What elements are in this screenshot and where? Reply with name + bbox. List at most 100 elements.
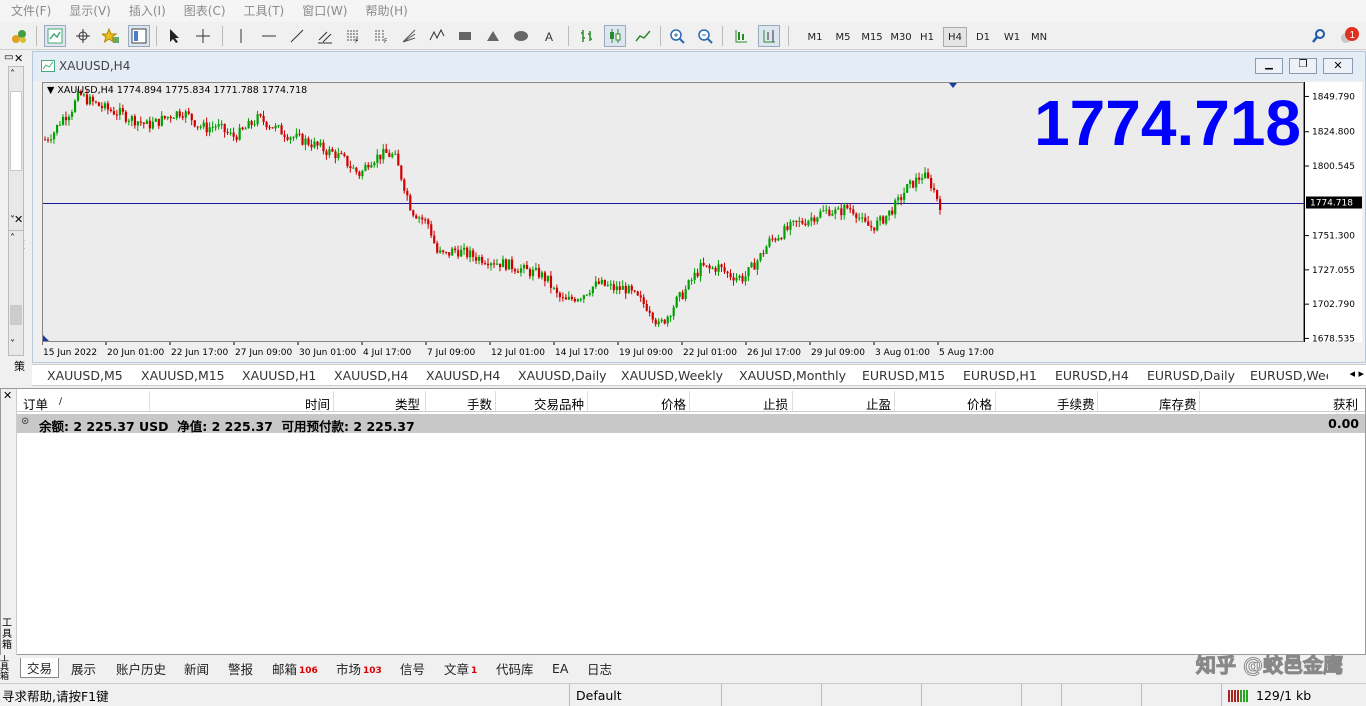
col-current-price[interactable]: 价格 [967, 394, 992, 413]
timeframe-w1[interactable]: W1 [1001, 27, 1023, 47]
zoom-out-icon[interactable] [694, 25, 716, 47]
tab-signals[interactable]: 信号 [394, 658, 431, 678]
col-lots[interactable]: 手数 [467, 394, 492, 413]
panel-tab-strategy[interactable]: 策 [14, 358, 25, 374]
chart-tab[interactable]: XAUUSD,M15 [141, 368, 225, 383]
tab-account-history[interactable]: 账户历史 [110, 658, 172, 678]
horizontal-line-icon[interactable] [258, 25, 280, 47]
rectangle-icon[interactable] [454, 25, 476, 47]
channel-icon[interactable] [314, 25, 336, 47]
collapse-arrow-icon[interactable]: ▼ [47, 85, 57, 96]
timeframe-m1[interactable]: M1 [803, 27, 827, 47]
scroll-up-icon[interactable]: ˄ [10, 69, 15, 80]
chart-tab[interactable]: XAUUSD,H4 [426, 368, 500, 383]
tab-scroll-left-icon[interactable]: ◂ [1349, 367, 1355, 380]
cursor-icon[interactable] [164, 25, 186, 47]
restore-button[interactable]: ❐ [1289, 58, 1317, 74]
tab-code-base[interactable]: 代码库 [490, 658, 540, 678]
tab-mailbox[interactable]: 邮箱 106 [266, 658, 324, 678]
zoom-in-icon[interactable] [666, 25, 688, 47]
timeframe-m30[interactable]: M30 [887, 27, 915, 47]
timeframe-m15[interactable]: M15 [858, 27, 886, 47]
chart-tab[interactable]: EURUSD,Daily [1147, 368, 1235, 383]
menu-charts[interactable]: 图表(C) [175, 0, 235, 22]
chart-tab[interactable]: XAUUSD,H4 [334, 368, 408, 383]
new-chart-icon[interactable] [44, 25, 66, 47]
chart-shift-icon[interactable] [758, 25, 780, 47]
fibo-retracement-icon[interactable]: F [342, 25, 364, 47]
col-time[interactable]: 时间 [305, 394, 330, 413]
menu-insert[interactable]: 插入(I) [120, 0, 175, 22]
panel-close-icon[interactable]: ✕ [14, 52, 23, 65]
panel-close-icon[interactable]: ✕ [14, 213, 23, 226]
col-take-profit[interactable]: 止盈 [866, 394, 891, 413]
close-button[interactable]: ✕ [1323, 58, 1353, 74]
col-swap[interactable]: 库存费 [1159, 394, 1197, 413]
notifications-icon[interactable]: 1 [1336, 25, 1362, 47]
tab-scroll-right-icon[interactable]: ▸ [1358, 367, 1364, 380]
tab-news[interactable]: 新闻 [178, 658, 215, 678]
triangle-icon[interactable] [482, 25, 504, 47]
chart-tab[interactable]: XAUUSD,M5 [47, 368, 123, 383]
menu-file[interactable]: 文件(F) [2, 0, 60, 22]
col-price[interactable]: 价格 [661, 394, 686, 413]
tab-experts[interactable]: EA [546, 658, 574, 678]
tab-exposure[interactable]: 展示 [65, 658, 102, 678]
col-commission[interactable]: 手续费 [1057, 394, 1095, 413]
menu-tools[interactable]: 工具(T) [235, 0, 294, 22]
menu-view[interactable]: 显示(V) [60, 0, 120, 22]
chart-tab[interactable]: EURUSD,H4 [1055, 368, 1129, 383]
timeframe-mn[interactable]: MN [1027, 27, 1051, 47]
chart-tab[interactable]: XAUUSD,Daily [518, 368, 607, 383]
fibo-fan-icon[interactable] [398, 25, 420, 47]
chart-window-titlebar[interactable]: XAUUSD,H4 ▁ ❐ ✕ [33, 52, 1365, 81]
tab-journal[interactable]: 日志 [581, 658, 618, 678]
col-profit[interactable]: 获利 [1333, 394, 1358, 413]
vertical-line-icon[interactable] [230, 25, 252, 47]
menu-window[interactable]: 窗口(W) [293, 0, 356, 22]
tab-market[interactable]: 市场 103 [330, 658, 388, 678]
chart-tab[interactable]: EURUSD,Wee [1250, 368, 1333, 383]
scroll-up-icon[interactable]: ˄ [10, 233, 15, 244]
community-icon[interactable] [8, 25, 30, 47]
market-watch-scrollbar[interactable]: ˄ ˅ [8, 66, 24, 232]
fibo-time-icon[interactable]: F [370, 25, 392, 47]
text-tool-icon[interactable]: A [538, 25, 560, 47]
ellipse-icon[interactable] [510, 25, 532, 47]
crosshair-icon[interactable] [192, 25, 214, 47]
navigator-scrollbar[interactable]: ˄ ˅ [8, 230, 24, 356]
trendline-icon[interactable] [286, 25, 308, 47]
chart-tab[interactable]: XAUUSD,Monthly [739, 368, 846, 383]
status-connection[interactable]: 129/1 kb [1222, 684, 1366, 706]
status-profile[interactable]: Default [572, 684, 722, 706]
auto-scroll-icon[interactable] [730, 25, 752, 47]
menu-help[interactable]: 帮助(H) [356, 0, 416, 22]
timeframe-h1[interactable]: H1 [916, 27, 938, 47]
tab-trade[interactable]: 交易 [20, 658, 60, 678]
scroll-thumb[interactable] [10, 305, 22, 325]
col-order[interactable]: 订单 [23, 394, 48, 413]
scroll-down-icon[interactable]: ˅ [10, 339, 15, 350]
scroll-thumb[interactable] [10, 91, 22, 171]
tab-articles[interactable]: 文章 1 [438, 658, 483, 678]
navigator-icon[interactable] [128, 25, 150, 47]
line-chart-icon[interactable] [632, 25, 654, 47]
time-axis[interactable]: 15 Jun 2022 20 Jun 01:00 22 Jun 17:00 27 Ju… [41, 342, 1304, 358]
tab-alerts[interactable]: 警报 [222, 658, 259, 678]
col-stop-loss[interactable]: 止损 [763, 394, 788, 413]
timeframe-d1[interactable]: D1 [972, 27, 994, 47]
chart-tab[interactable]: EURUSD,M15 [862, 368, 945, 383]
bar-chart-icon[interactable] [576, 25, 598, 47]
chart-tab[interactable]: XAUUSD,Weekly [621, 368, 723, 383]
chart-tab[interactable]: EURUSD,H1 [963, 368, 1037, 383]
balance-row[interactable]: ⊙ 余额: 2 225.37 USD 净值: 2 225.37 可用预付款: 2… [17, 414, 1365, 434]
price-axis[interactable]: 1849.790 1824.800 1800.545 1751.300 1727.055… [1304, 82, 1362, 342]
elliott-wave-icon[interactable] [426, 25, 448, 47]
crosshair-move-icon[interactable] [72, 25, 94, 47]
favorites-icon[interactable] [100, 25, 122, 47]
chart-shift-marker[interactable] [949, 83, 957, 88]
chart-tab[interactable]: XAUUSD,H1 [242, 368, 316, 383]
candlestick-icon[interactable] [604, 25, 626, 47]
terminal-close-icon[interactable]: ✕ [3, 389, 12, 402]
col-type[interactable]: 类型 [395, 394, 420, 413]
